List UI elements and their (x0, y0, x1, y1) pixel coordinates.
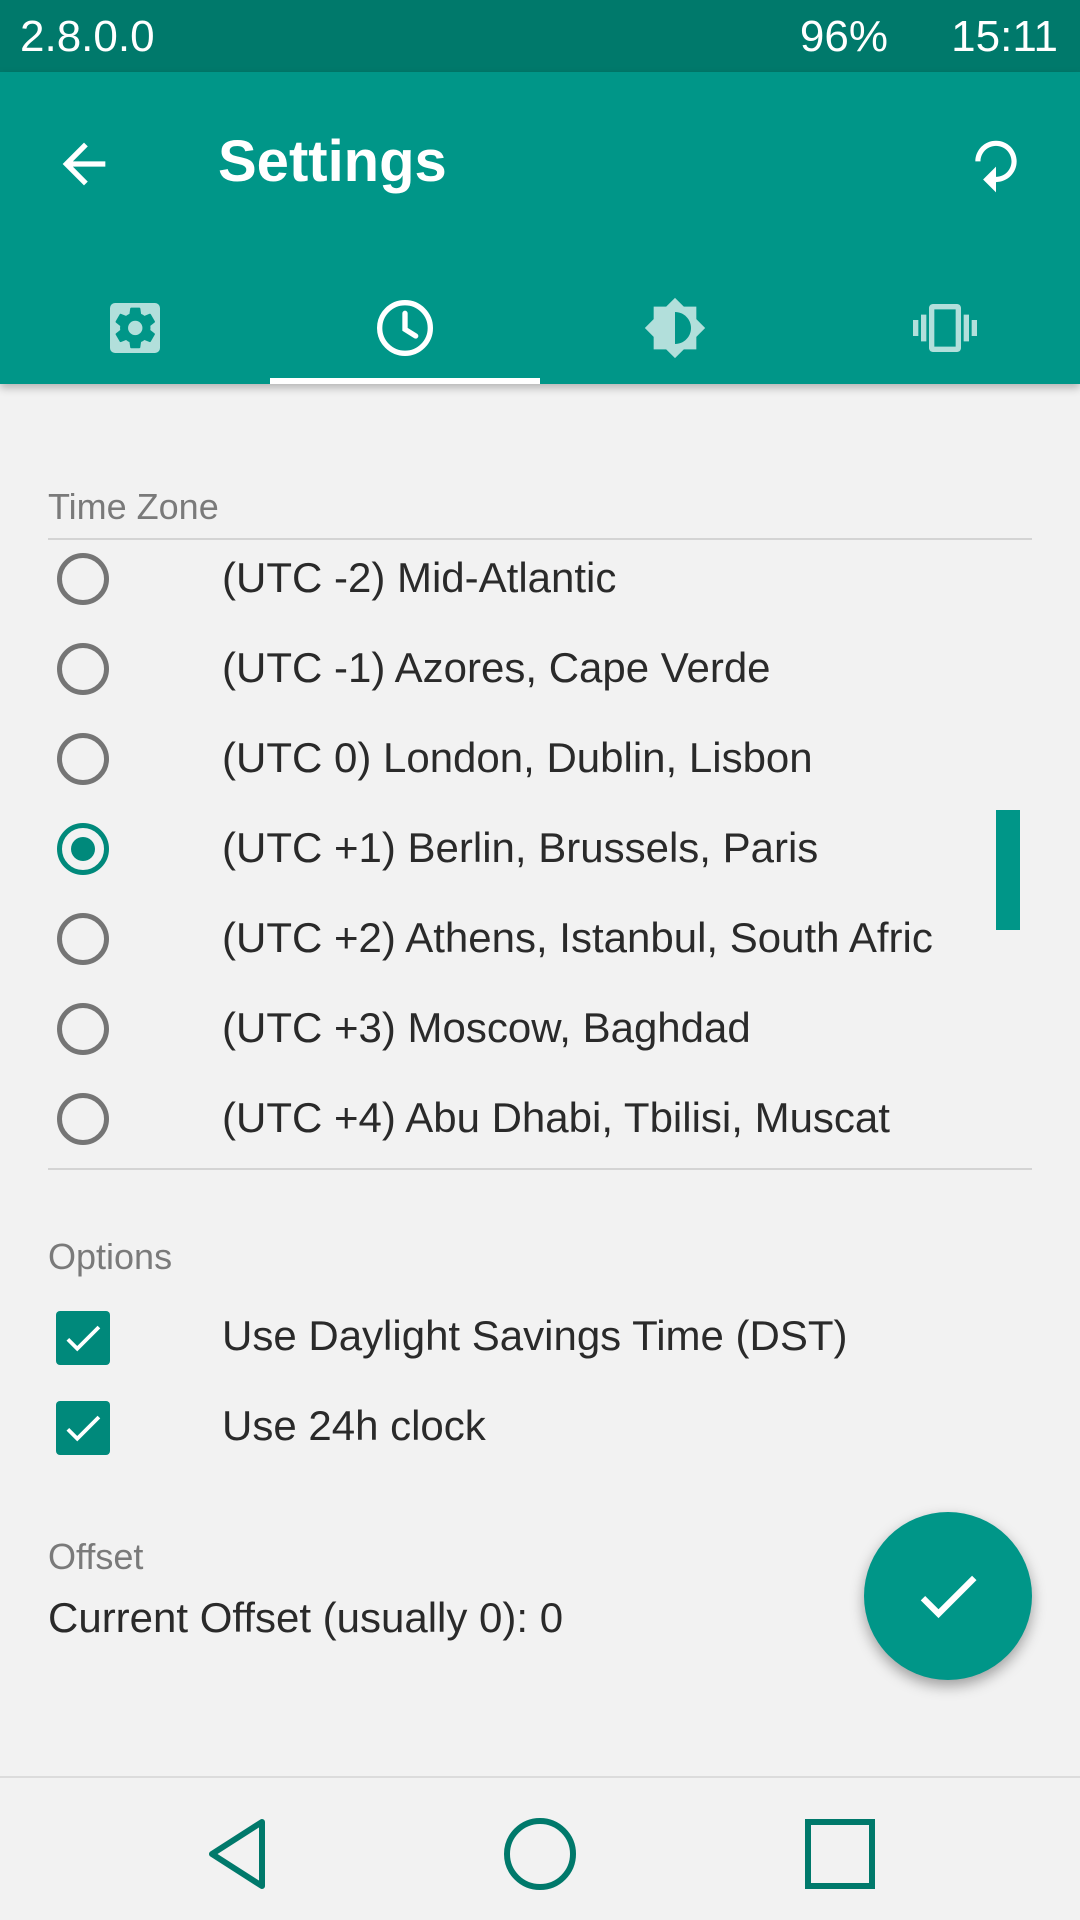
checkmark-icon (66, 1415, 101, 1442)
time-zone-option[interactable]: (UTC -2) Mid-Atlantic (0, 534, 1080, 624)
dst-option[interactable]: Use Daylight Savings Time (DST) (0, 1290, 1080, 1380)
time-zone-option-label: (UTC -1) Azores, Cape Verde (222, 644, 771, 691)
time-zone-option[interactable]: (UTC +3) Moscow, Baghdad (0, 984, 1080, 1074)
reset-button[interactable] (954, 122, 1038, 206)
tab-vibration[interactable] (810, 272, 1080, 384)
dst-checkbox[interactable] (56, 1311, 110, 1365)
time-zone-label: Time Zone (48, 486, 219, 527)
time-zone-option-label: (UTC +2) Athens, Istanbul, South Afric (222, 914, 933, 961)
time-zone-option-label: (UTC +1) Berlin, Brussels, Paris (222, 824, 819, 871)
nav-recents-button[interactable] (800, 1814, 880, 1894)
time-zone-option[interactable]: (UTC +4) Abu Dhabi, Tbilisi, Muscat (0, 1074, 1080, 1164)
nav-home-button[interactable] (500, 1814, 580, 1894)
nav-back-button[interactable] (200, 1814, 280, 1894)
clock-icon (377, 300, 433, 356)
radio-button[interactable] (57, 1003, 109, 1055)
time-zone-option-selected[interactable]: (UTC +1) Berlin, Brussels, Paris (0, 804, 1080, 894)
24h-clock-checkbox[interactable] (56, 1401, 110, 1455)
checkmark-icon (66, 1325, 101, 1352)
refresh-icon (975, 140, 1017, 193)
status-bar: 2.8.0.0 96% 15:11 (0, 0, 1080, 72)
radio-button[interactable] (57, 553, 109, 605)
page-title: Settings (218, 129, 447, 194)
navigation-bar (0, 1776, 1080, 1920)
screen: 2.8.0.0 96% 15:11 Settings Time Zone (UT… (0, 0, 1080, 1920)
time-zone-option[interactable]: (UTC -1) Azores, Cape Verde (0, 624, 1080, 714)
tab-general[interactable] (0, 272, 270, 384)
app-bar: Settings (0, 72, 1080, 384)
time-zone-option[interactable]: (UTC 0) London, Dublin, Lisbon (0, 714, 1080, 804)
tab-time[interactable] (270, 272, 540, 384)
radio-button-selected[interactable] (57, 823, 109, 875)
check-icon (920, 1575, 977, 1619)
dst-label: Use Daylight Savings Time (DST) (222, 1312, 848, 1359)
gear-icon (110, 303, 160, 353)
time-zone-option-label: (UTC 0) London, Dublin, Lisbon (222, 734, 813, 781)
battery-level: 96% (799, 12, 888, 61)
24h-clock-label: Use 24h clock (222, 1402, 486, 1449)
radio-button[interactable] (57, 913, 109, 965)
radio-button[interactable] (57, 733, 109, 785)
options-label: Options (48, 1236, 173, 1277)
current-offset-text[interactable]: Current Offset (usually 0): 0 (48, 1594, 563, 1642)
time-zone-option-label: (UTC -2) Mid-Atlantic (222, 554, 617, 601)
time-zone-option-label: (UTC +4) Abu Dhabi, Tbilisi, Muscat (222, 1094, 890, 1141)
radio-button[interactable] (57, 1093, 109, 1145)
back-button[interactable] (42, 122, 126, 206)
arrow-back-icon (62, 142, 106, 186)
brightness-icon (644, 297, 706, 359)
settings-tabs (0, 272, 1080, 384)
24h-clock-option[interactable]: Use 24h clock (0, 1380, 1080, 1470)
radio-button[interactable] (57, 643, 109, 695)
nav-recents-icon (805, 1819, 875, 1889)
status-version: 2.8.0.0 (20, 12, 155, 61)
tab-display[interactable] (540, 272, 810, 384)
scrollbar-thumb[interactable] (996, 810, 1020, 930)
confirm-button[interactable] (864, 1512, 1032, 1680)
vibration-icon (913, 304, 977, 352)
offset-label: Offset (48, 1536, 144, 1577)
time-zone-option[interactable]: (UTC +2) Athens, Istanbul, South Afric (0, 894, 1080, 984)
nav-home-icon (504, 1818, 576, 1890)
time-zone-option-label: (UTC +3) Moscow, Baghdad (222, 1004, 751, 1051)
divider (48, 1168, 1032, 1170)
clock: 15:11 (951, 12, 1058, 61)
nav-back-icon (209, 1819, 265, 1889)
